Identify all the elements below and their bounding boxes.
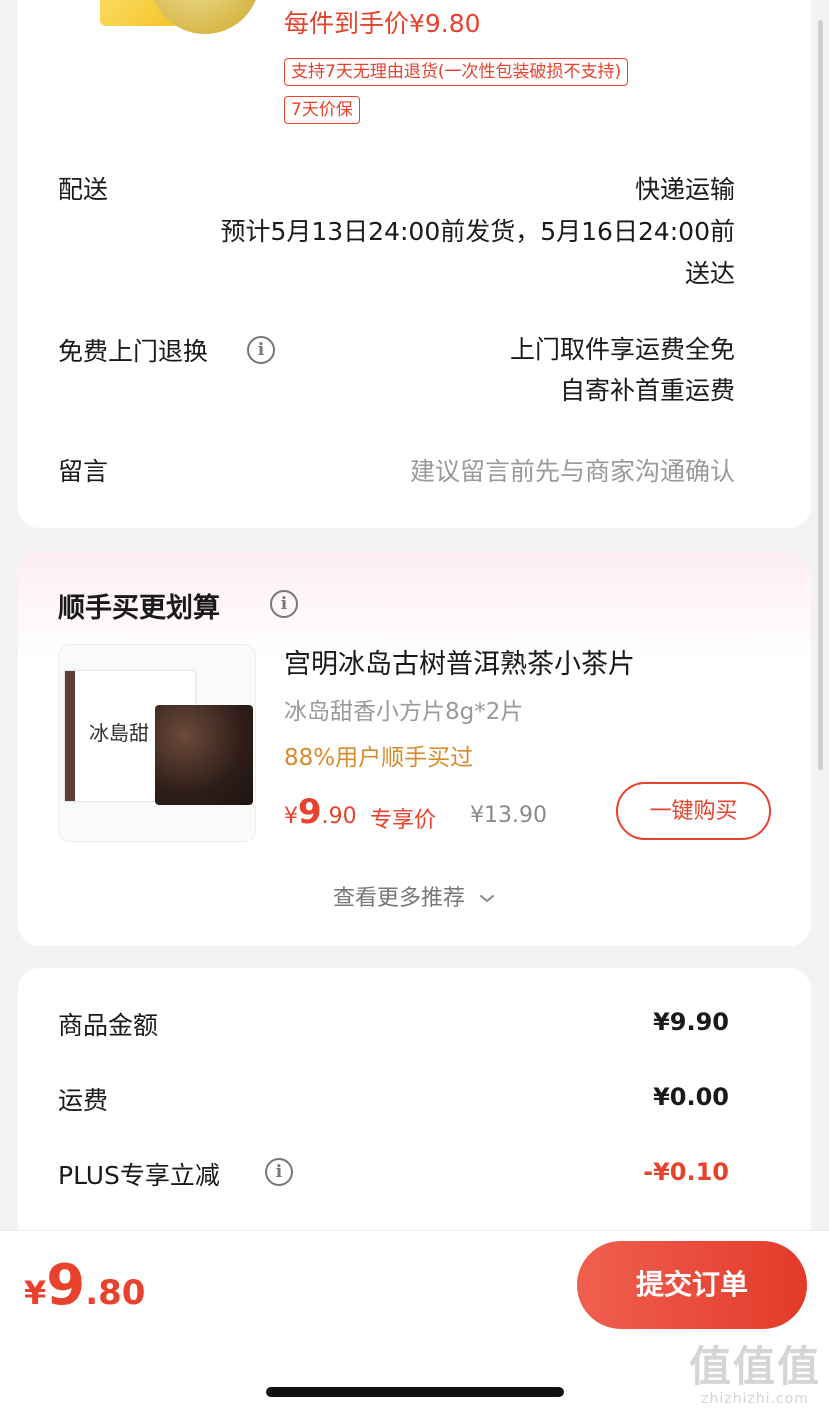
shipping-fee-label: 运费 [58, 1086, 109, 1115]
price-symbol: ¥ [284, 804, 298, 829]
delivery-estimate-line1: 预计5月13日24:00前发货，5月16日24:00前 [220, 217, 735, 246]
product-thumbnail[interactable] [80, 0, 260, 54]
delivery-estimate-line2: 送达 [684, 259, 735, 288]
plus-discount-label: PLUS专享立减 [58, 1161, 220, 1190]
order-card: 每件到手价¥9.80 支持7天无理由退货(一次性包装破损不支持) 7天价保 配送… [18, 0, 811, 528]
plus-discount-value: -¥0.10 [643, 1158, 729, 1186]
free-return-line2: 自寄补首重运费 [559, 376, 735, 405]
price-integer: 9 [298, 792, 322, 832]
home-indicator[interactable] [266, 1387, 564, 1397]
free-return-label: 免费上门退换 [58, 337, 209, 366]
recommend-title: 顺手买更划算 [58, 593, 220, 624]
watermark: 值值值 zhizhizhi.com [688, 1342, 821, 1408]
one-click-buy-button[interactable]: 一键购买 [616, 782, 771, 840]
exclusive-price-tag: 专享价 [370, 808, 437, 833]
chevron-down-icon [480, 895, 494, 903]
delivery-method[interactable]: 快递运输 [635, 170, 735, 206]
submit-order-button[interactable]: 提交订单 [577, 1241, 807, 1329]
original-price: ¥13.90 [470, 803, 547, 828]
info-icon[interactable]: i [247, 336, 275, 364]
message-input[interactable]: 建议留言前先与商家沟通确认 [410, 452, 735, 488]
tea-cake-image [155, 705, 253, 805]
scrollbar[interactable] [818, 20, 823, 770]
product-image[interactable]: 冰島甜 [58, 644, 256, 842]
bottom-bar: ¥9.80 提交订单 值值值 zhizhizhi.com [0, 1230, 829, 1417]
more-recommend-label: 查看更多推荐 [332, 886, 465, 911]
total-integer: 9 [46, 1253, 86, 1318]
goods-amount-label: 商品金额 [58, 1011, 159, 1040]
recommend-card: 顺手买更划算 i 冰島甜 宫明冰岛古树普洱熟茶小茶片 冰岛甜香小方片8g*2片 … [18, 552, 811, 946]
return-policy-badge: 支持7天无理由退货(一次性包装破损不支持) [284, 58, 629, 86]
unit-price: 每件到手价¥9.80 [284, 9, 481, 38]
watermark-logo: 值值值 [688, 1342, 821, 1391]
message-label: 留言 [58, 457, 109, 486]
total-price: ¥9.80 [24, 1253, 145, 1318]
info-icon[interactable]: i [270, 590, 298, 618]
product-disc-image [150, 0, 260, 34]
summary-card: 商品金额 ¥9.90 运费 ¥0.00 PLUS专享立减 i -¥0.10 [18, 968, 811, 1258]
watermark-url: zhizhizhi.com [701, 1391, 809, 1407]
price-protect-badge: 7天价保 [284, 96, 360, 124]
product-price: ¥9.90 [284, 792, 357, 832]
shipping-fee-value: ¥0.00 [653, 1083, 729, 1111]
delivery-label: 配送 [58, 175, 109, 204]
total-symbol: ¥ [24, 1274, 47, 1312]
price-decimal: .90 [321, 804, 357, 829]
free-return-line1: 上门取件享运费全免 [509, 335, 735, 364]
total-decimal: .80 [85, 1273, 146, 1313]
social-proof: 88%用户顺手买过 [284, 745, 474, 771]
more-recommend-link[interactable]: 查看更多推荐 [18, 880, 811, 912]
info-icon[interactable]: i [265, 1158, 293, 1186]
goods-amount-value: ¥9.90 [653, 1008, 729, 1036]
product-title[interactable]: 宫明冰岛古树普洱熟茶小茶片 [284, 642, 635, 681]
tea-box-text: 冰島甜 [89, 721, 149, 745]
product-spec: 冰岛甜香小方片8g*2片 [284, 699, 524, 725]
